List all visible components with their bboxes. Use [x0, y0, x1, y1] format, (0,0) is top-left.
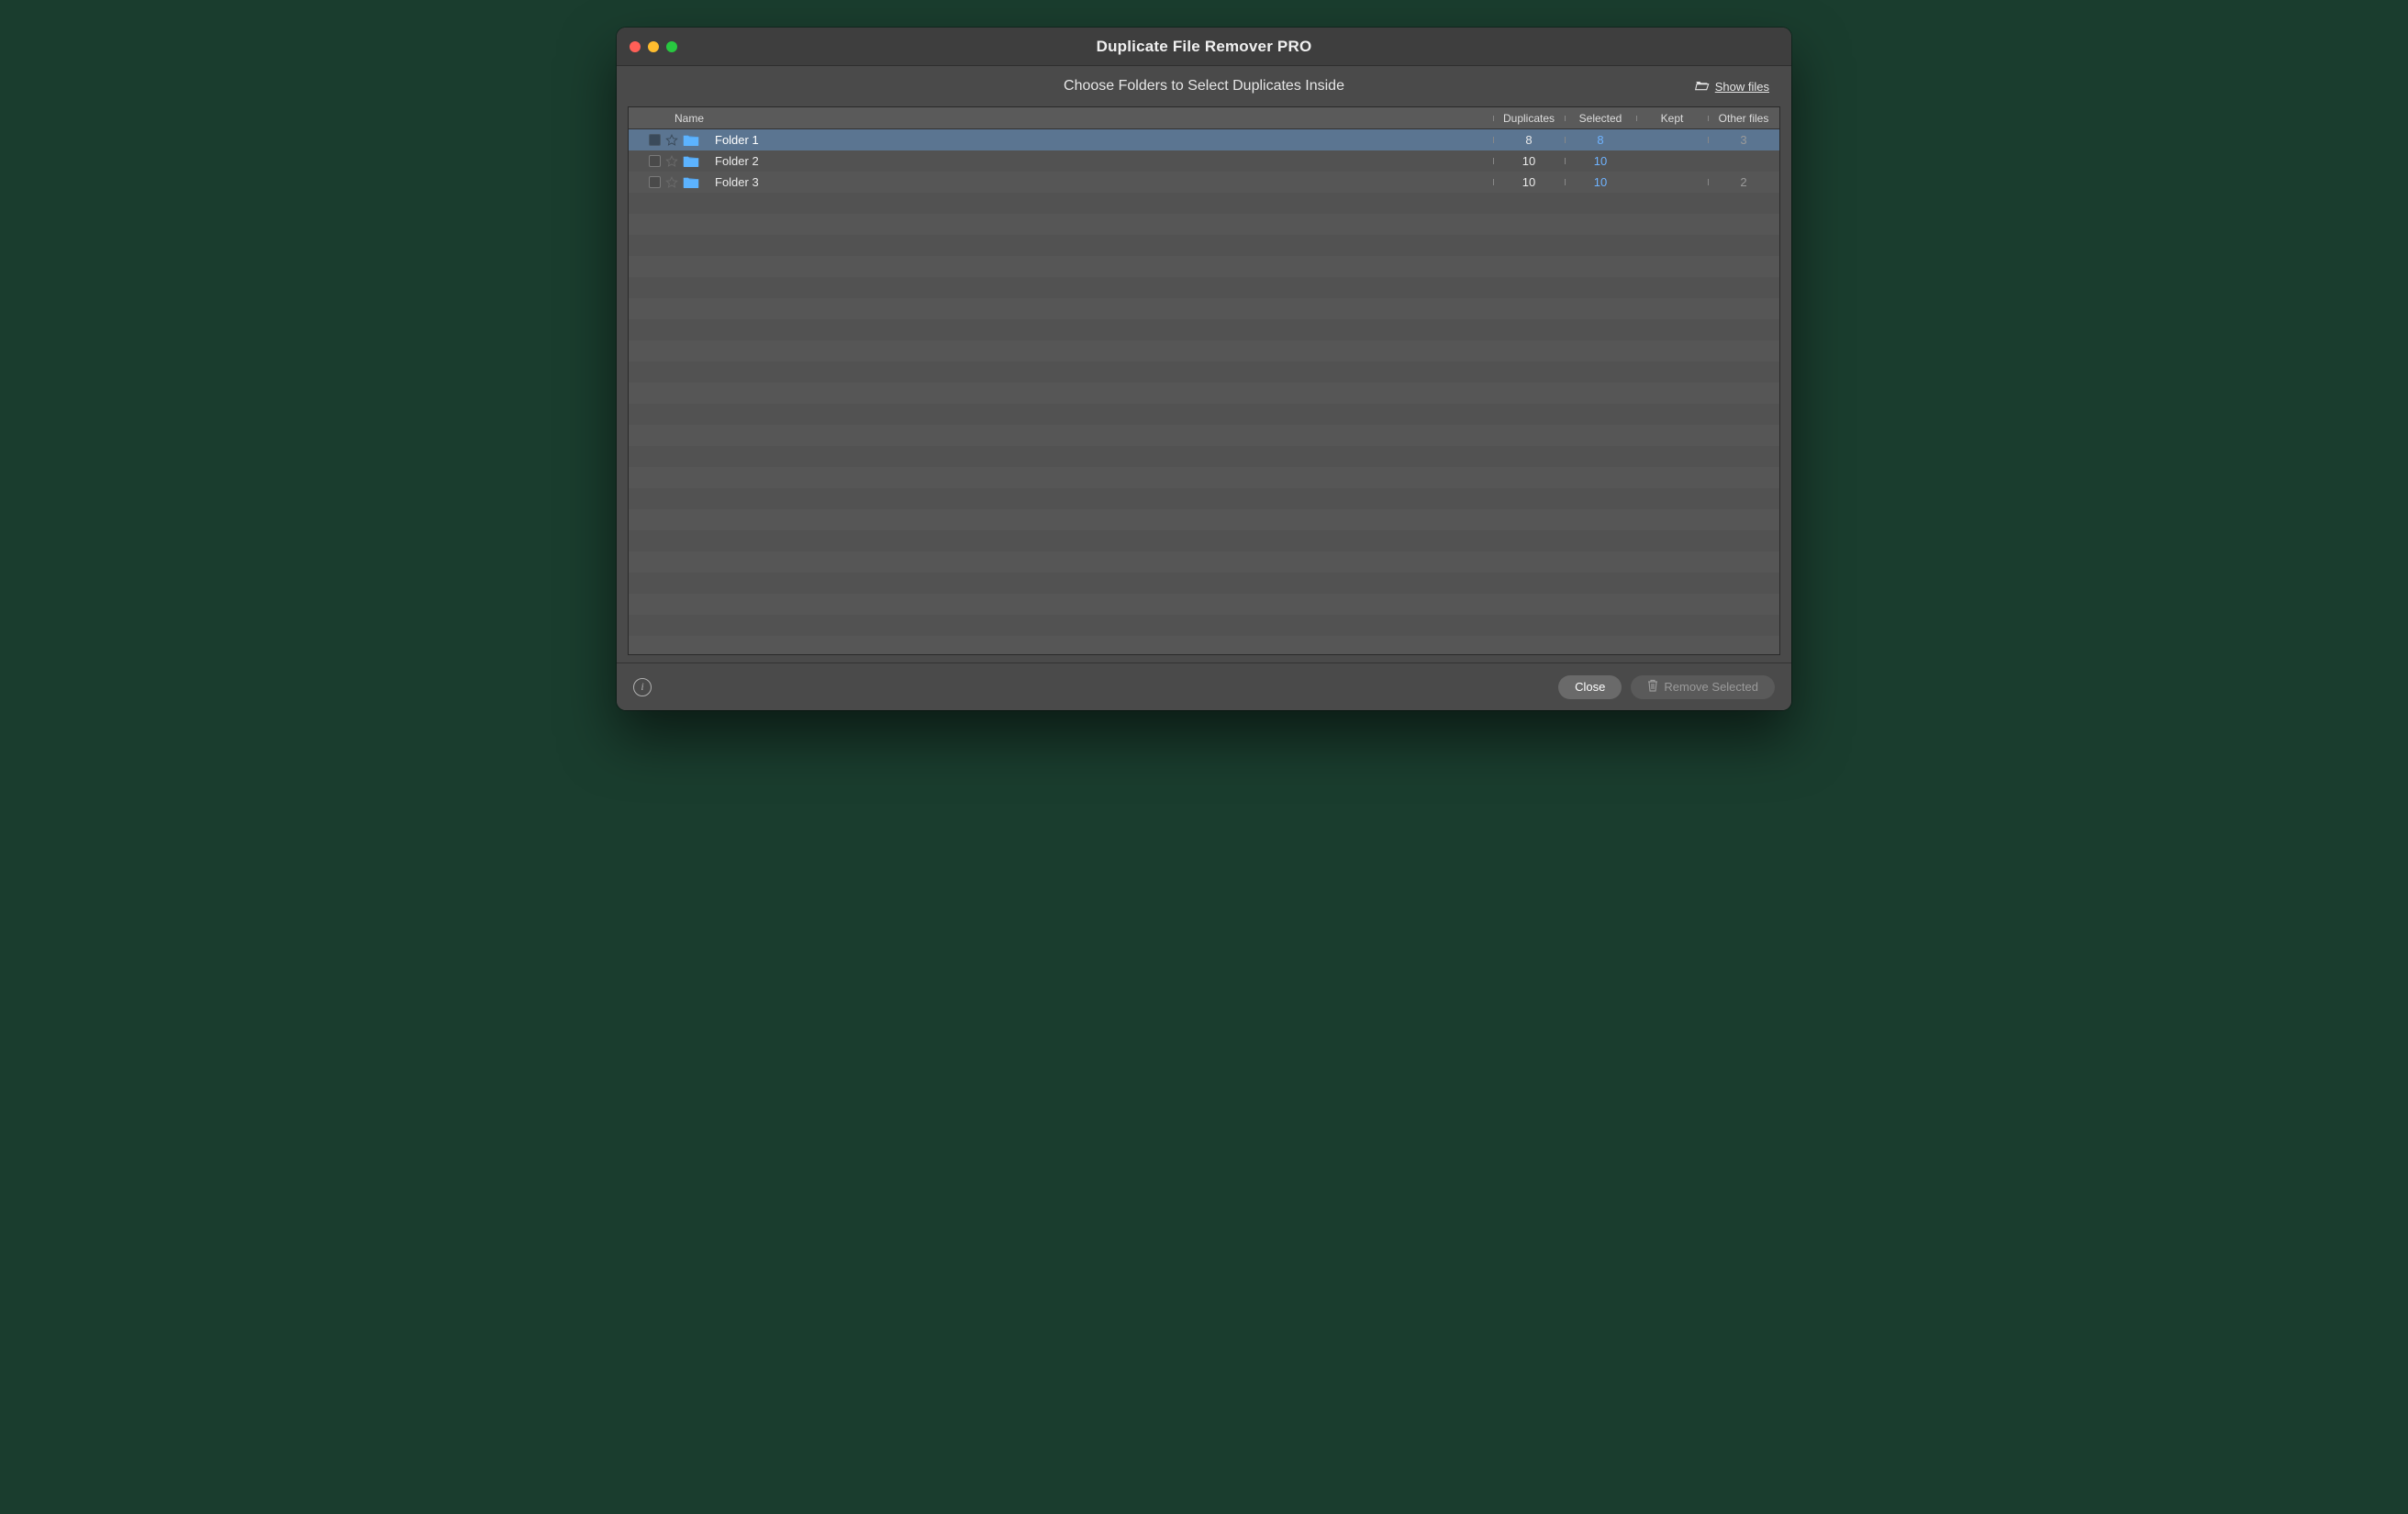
table-row [629, 319, 1779, 340]
table-row [629, 573, 1779, 594]
subtitle: Choose Folders to Select Duplicates Insi… [617, 78, 1791, 95]
footer: i Close Remove Selected [617, 662, 1791, 710]
column-header-other-files[interactable]: Other files [1708, 112, 1779, 125]
table-row[interactable]: Folder 1 8 8 3 [629, 129, 1779, 150]
star-icon[interactable] [665, 176, 678, 189]
window-close-button[interactable] [630, 41, 641, 52]
table-row [629, 193, 1779, 214]
subheader: Choose Folders to Select Duplicates Insi… [617, 66, 1791, 106]
table-row [629, 615, 1779, 636]
cell-duplicates: 10 [1493, 154, 1565, 168]
row-checkbox[interactable] [649, 155, 661, 167]
folder-icon [683, 134, 699, 147]
app-window: Duplicate File Remover PRO Choose Folder… [617, 28, 1791, 710]
table-row [629, 594, 1779, 615]
folder-name: Folder 2 [713, 154, 1493, 168]
table-row [629, 235, 1779, 256]
table-row [629, 340, 1779, 362]
close-button-label: Close [1575, 680, 1605, 694]
folder-name: Folder 3 [713, 175, 1493, 189]
table-row [629, 383, 1779, 404]
column-header-selected[interactable]: Selected [1565, 112, 1636, 125]
folder-icon [683, 155, 699, 168]
remove-selected-button[interactable]: Remove Selected [1631, 675, 1775, 699]
folder-open-icon [1695, 79, 1710, 95]
table-row [629, 467, 1779, 488]
cell-duplicates: 8 [1493, 133, 1565, 147]
window-maximize-button[interactable] [666, 41, 677, 52]
close-button[interactable]: Close [1558, 675, 1622, 699]
column-header-name[interactable]: Name [629, 112, 1493, 125]
star-icon[interactable] [665, 155, 678, 168]
titlebar: Duplicate File Remover PRO [617, 28, 1791, 66]
show-files-link[interactable]: Show files [1695, 79, 1769, 95]
star-icon[interactable] [665, 134, 678, 147]
info-button[interactable]: i [633, 678, 652, 696]
row-checkbox[interactable] [649, 134, 661, 146]
table-row [629, 362, 1779, 383]
folder-table: Name Duplicates Selected Kept Other file… [628, 106, 1780, 655]
table-body: Folder 1 8 8 3 Folder 2 10 10 Folder 3 [629, 129, 1779, 654]
column-header-duplicates[interactable]: Duplicates [1493, 112, 1565, 125]
table-row [629, 425, 1779, 446]
table-row[interactable]: Folder 2 10 10 [629, 150, 1779, 172]
folder-icon [683, 176, 699, 189]
table-row [629, 509, 1779, 530]
table-row [629, 636, 1779, 654]
table-row [629, 298, 1779, 319]
table-row [629, 488, 1779, 509]
cell-selected: 10 [1565, 154, 1636, 168]
cell-duplicates: 10 [1493, 175, 1565, 189]
traffic-lights [617, 41, 677, 52]
table-row [629, 551, 1779, 573]
cell-other-files: 3 [1708, 133, 1779, 147]
remove-button-label: Remove Selected [1664, 680, 1758, 694]
cell-other-files: 2 [1708, 175, 1779, 189]
table-row [629, 214, 1779, 235]
folder-name: Folder 1 [713, 133, 1493, 147]
table-row [629, 530, 1779, 551]
window-title: Duplicate File Remover PRO [617, 38, 1791, 56]
row-checkbox[interactable] [649, 176, 661, 188]
trash-icon [1647, 679, 1658, 695]
column-header-kept[interactable]: Kept [1636, 112, 1708, 125]
window-minimize-button[interactable] [648, 41, 659, 52]
cell-selected: 8 [1565, 133, 1636, 147]
table-row [629, 277, 1779, 298]
cell-selected: 10 [1565, 175, 1636, 189]
show-files-label: Show files [1715, 80, 1769, 94]
table-row[interactable]: Folder 3 10 10 2 [629, 172, 1779, 193]
table-row [629, 446, 1779, 467]
table-header: Name Duplicates Selected Kept Other file… [629, 107, 1779, 129]
table-row [629, 404, 1779, 425]
table-row [629, 256, 1779, 277]
